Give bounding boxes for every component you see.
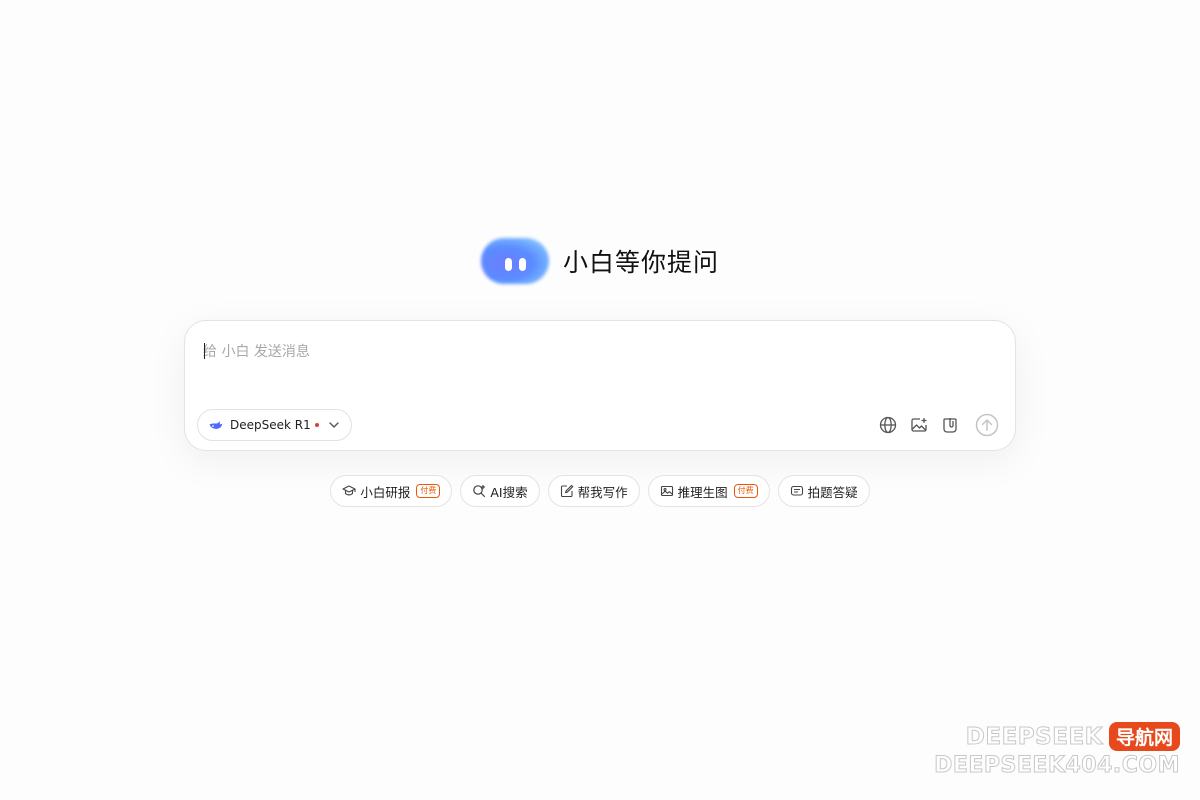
attachment-icon[interactable]	[940, 415, 960, 435]
message-input[interactable]	[203, 341, 983, 363]
image-icon	[660, 484, 674, 498]
watermark-brand: DEEPSEEK	[965, 723, 1103, 750]
chip-ai-search[interactable]: AI搜索	[460, 475, 540, 507]
paid-badge: 付费	[416, 484, 441, 498]
chip-label: 小白研报	[360, 484, 411, 500]
whale-icon	[208, 417, 224, 433]
page-title: 小白等你提问	[562, 248, 719, 277]
watermark-domain: DEEPSEEK404.COM	[934, 753, 1180, 779]
text-caret	[204, 343, 205, 359]
hero: 小白等你提问	[0, 236, 1200, 286]
send-icon[interactable]	[975, 413, 999, 437]
chip-writing[interactable]: 帮我写作	[547, 475, 640, 507]
model-selector[interactable]: DeepSeek R1	[197, 409, 352, 441]
composer-tools	[878, 413, 999, 437]
model-label: DeepSeek R1	[230, 418, 311, 432]
chip-label: AI搜索	[490, 484, 528, 500]
graduation-cap-icon	[342, 484, 356, 498]
status-dot	[314, 423, 319, 427]
paid-badge: 付费	[733, 484, 758, 498]
search-spark-icon	[472, 484, 486, 498]
chip-label: 帮我写作	[577, 484, 628, 500]
edit-icon	[560, 484, 574, 498]
image-upload-icon[interactable]	[909, 415, 929, 435]
message-icon	[790, 484, 804, 498]
chevron-down-icon	[327, 418, 341, 432]
watermark-tag: 导航网	[1108, 722, 1180, 751]
chip-label: 拍题答疑	[807, 484, 858, 500]
assistant-logo-icon	[480, 236, 549, 286]
chip-photo-qa[interactable]: 拍题答疑	[777, 475, 870, 507]
site-watermark: DEEPSEEK 导航网 DEEPSEEK404.COM	[934, 722, 1180, 779]
chip-research-report[interactable]: 小白研报 付费	[330, 475, 453, 507]
chip-label: 推理生图	[677, 484, 728, 500]
message-composer: DeepSeek R1	[184, 320, 1016, 451]
quick-actions: 小白研报 付费 AI搜索 帮我写作 推理生图 付费 拍题答疑	[0, 475, 1200, 507]
globe-icon[interactable]	[878, 415, 898, 435]
chip-image-gen[interactable]: 推理生图 付费	[647, 475, 770, 507]
